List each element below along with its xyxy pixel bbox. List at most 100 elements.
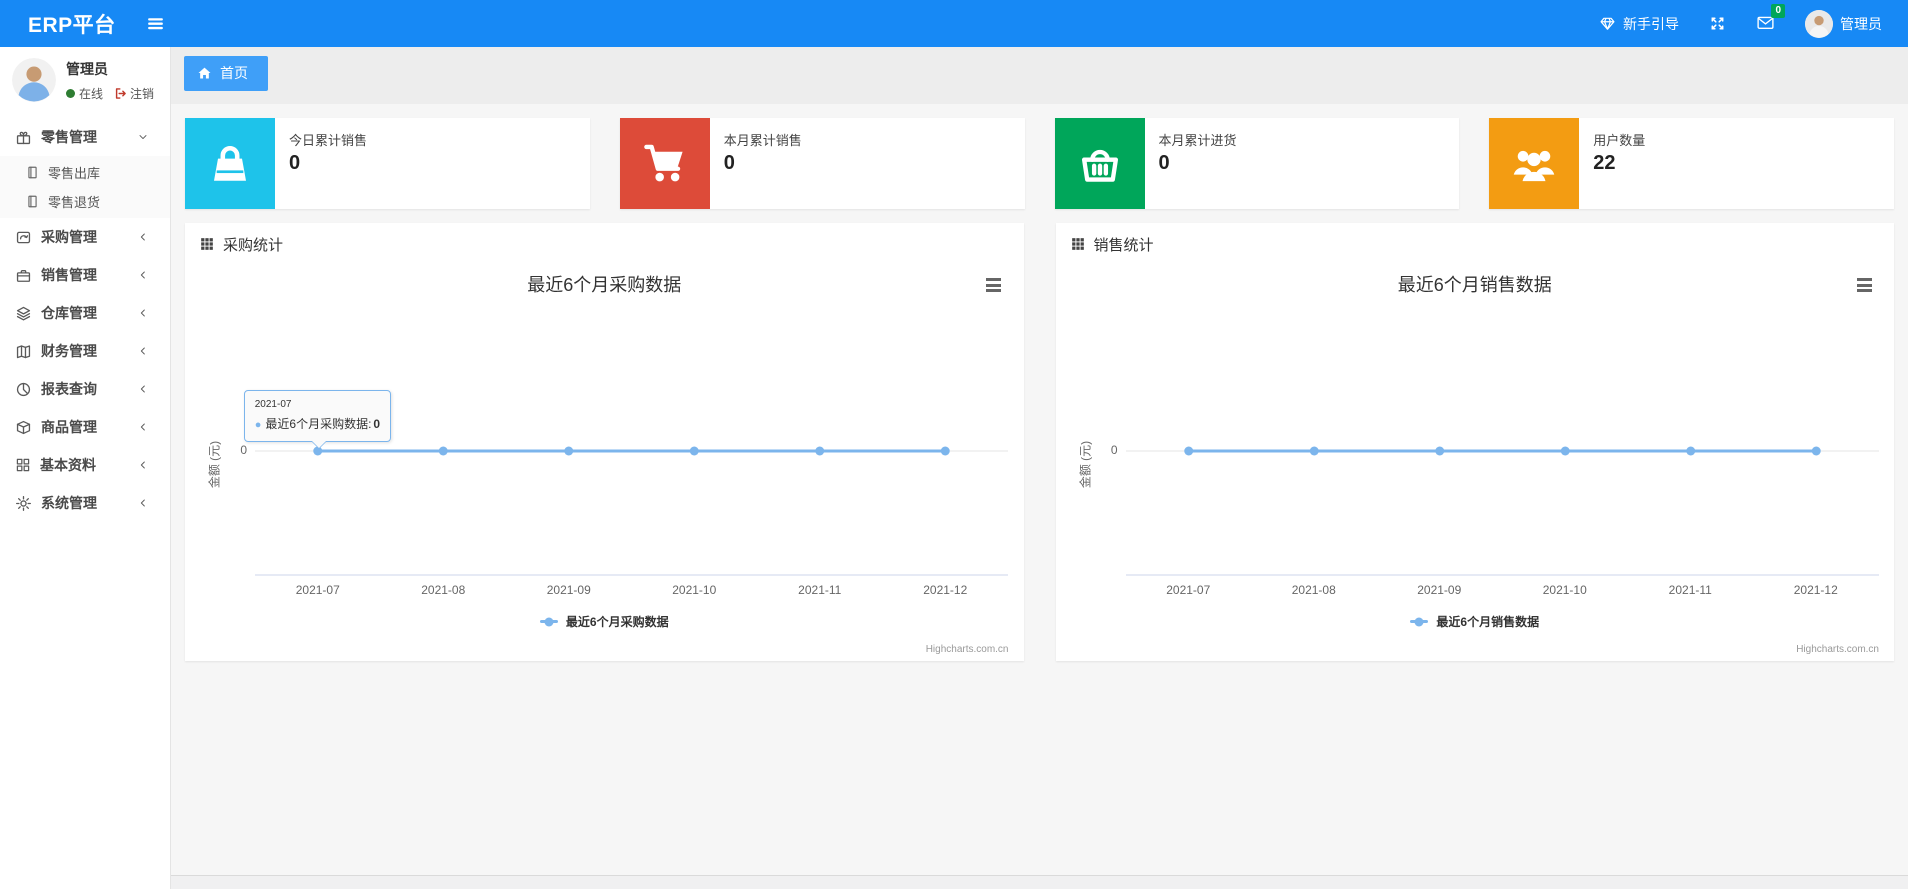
signout-icon — [114, 87, 127, 100]
tab-home-label: 首页 — [220, 65, 248, 81]
guide-button[interactable]: 新手引导 — [1599, 14, 1679, 34]
sidebar-item[interactable]: 基本资料 — [0, 446, 170, 484]
x-axis-tick-label: 2021-12 — [923, 583, 968, 597]
y-axis-tick-label: 0 — [1110, 443, 1118, 457]
x-axis-tick-label: 2021-12 — [1793, 583, 1838, 597]
chart-title: 最近6个月销售数据 — [1397, 275, 1552, 295]
sidebar-item-label: 系统管理 — [41, 495, 97, 511]
avatar — [1805, 9, 1833, 38]
bag-icon — [206, 140, 254, 188]
chevron-left-icon — [137, 383, 149, 395]
stat-card-icon-box — [1489, 118, 1580, 209]
box-icon — [15, 419, 32, 436]
chevron-left-icon — [137, 231, 149, 243]
tab-home[interactable]: 首页 — [184, 56, 268, 91]
stat-card-value: 0 — [1158, 152, 1170, 174]
x-axis-tick-label: 2021-09 — [546, 583, 591, 597]
sidebar-item[interactable]: 销售管理 — [0, 256, 170, 294]
chevron-left-icon — [137, 421, 149, 433]
purchase-chart: 最近6个月采购数据 0 金额 (元) 2021-07 2021-08 2021-09 202… — [185, 261, 1024, 661]
chart-menu-button[interactable] — [1852, 275, 1876, 297]
stat-card-label: 本月累计进货 — [1158, 133, 1237, 148]
tooltip-series-name: 最近6个月采购数据: — [265, 417, 372, 431]
sidebar-item-label: 商品管理 — [41, 419, 97, 435]
panel-title: 采购统计 — [223, 236, 284, 254]
sidebar-submenu: 零售出库零售退货 — [0, 156, 170, 218]
sidebar-item[interactable]: 财务管理 — [0, 332, 170, 370]
gift-icon — [15, 129, 32, 146]
x-axis-tick-label: 2021-10 — [672, 583, 717, 597]
main-content: 首页 今日累计销售 0 本月累计销售 0 本月累计进货 0 用户数量 22 采购统计 最近6个… — [171, 47, 1908, 889]
sidebar-item[interactable]: 商品管理 — [0, 408, 170, 446]
data-point-marker — [1560, 446, 1570, 456]
users-icon — [1510, 140, 1558, 188]
stat-card: 用户数量 22 — [1489, 118, 1894, 209]
stat-card-icon-box — [1054, 118, 1145, 209]
gem-icon — [1599, 15, 1616, 32]
y-axis-tick-label: 0 — [240, 443, 247, 457]
stat-card-value: 22 — [1593, 152, 1616, 174]
stat-card: 今日累计销售 0 — [185, 118, 590, 209]
sidebar-item-label: 仓库管理 — [41, 305, 97, 321]
legend-item[interactable]: 最近6个月采购数据 — [185, 613, 1024, 630]
hamburger-icon[interactable] — [146, 14, 165, 33]
legend-label: 最近6个月采购数据 — [565, 615, 669, 629]
top-navbar: ERP平台 新手引导 0 管理员 — [0, 0, 1908, 47]
tooltip-series-dot-icon: ● — [254, 419, 262, 431]
fullscreen-icon[interactable] — [1709, 15, 1726, 32]
chevron-down-icon — [137, 131, 149, 143]
panel-title: 销售统计 — [1093, 236, 1154, 254]
chart-tooltip: 2021-07 ● 最近6个月采购数据: 0 — [243, 390, 392, 449]
chart-plot-area — [255, 446, 1008, 576]
sidebar-subitem-label: 零售出库 — [48, 166, 101, 181]
sidebar-item[interactable]: 采购管理 — [0, 218, 170, 256]
chevron-left-icon — [137, 497, 149, 509]
chart-menu-button[interactable] — [982, 275, 1006, 297]
sidebar-item[interactable]: 报表查询 — [0, 370, 170, 408]
chart-panels-row: 采购统计 最近6个月采购数据 0 金额 (元) 2021-07 2021-08 2021-… — [185, 223, 1894, 661]
sidebar-subitem[interactable]: 零售出库 — [0, 158, 170, 187]
sales-chart: 最近6个月销售数据 0 金额 (元) 2021-07 2021-08 2021-09 202… — [1056, 261, 1895, 661]
logout-button[interactable]: 注销 — [114, 85, 154, 102]
chart-plot-area — [1125, 446, 1879, 576]
data-point-marker — [438, 446, 448, 456]
sidebar-item[interactable]: 仓库管理 — [0, 294, 170, 332]
x-axis-tick-label: 2021-08 — [421, 583, 466, 597]
sidebar-item[interactable]: 系统管理 — [0, 484, 170, 522]
purchase-stats-panel: 采购统计 最近6个月采购数据 0 金额 (元) 2021-07 2021-08 2021-… — [185, 223, 1024, 661]
mail-badge: 0 — [1771, 3, 1785, 18]
chart-credits: Highcharts.com.cn — [925, 644, 1009, 655]
briefcase-icon — [15, 267, 32, 284]
basket-icon — [1077, 141, 1123, 187]
gear-icon — [15, 495, 32, 512]
logout-label: 注销 — [130, 86, 155, 101]
mail-button[interactable]: 0 — [1756, 3, 1785, 35]
data-point-marker — [564, 446, 574, 456]
user-menu[interactable]: 管理员 — [1805, 9, 1882, 38]
stat-card-label: 本月累计销售 — [723, 133, 802, 148]
chevron-left-icon — [137, 269, 149, 281]
sales-stats-panel: 销售统计 最近6个月销售数据 0 金额 (元) 2021-07 2021-08 2021-… — [1055, 223, 1895, 661]
legend-item[interactable]: 最近6个月销售数据 — [1056, 613, 1895, 630]
x-axis-tick-label: 2021-11 — [1668, 583, 1712, 597]
sidebar-item[interactable]: 零售管理 — [0, 118, 170, 156]
stat-card-icon-box — [619, 118, 710, 209]
data-point-marker — [1811, 446, 1821, 456]
tab-strip: 首页 — [171, 47, 1908, 104]
data-point-marker — [1685, 446, 1695, 456]
data-point-marker — [940, 446, 950, 456]
brand-logo[interactable]: ERP平台 — [28, 9, 116, 39]
chevron-left-icon — [137, 345, 149, 357]
sidebar-item-label: 基本资料 — [40, 457, 96, 473]
sidebar-subitem[interactable]: 零售退货 — [0, 187, 170, 216]
data-point-marker — [1434, 446, 1444, 456]
data-point-marker — [1309, 446, 1319, 456]
stat-card: 本月累计销售 0 — [619, 118, 1025, 209]
legend-label: 最近6个月销售数据 — [1436, 615, 1540, 629]
guide-label: 新手引导 — [1623, 15, 1679, 32]
tooltip-category: 2021-07 — [254, 399, 292, 410]
sidebar-item-label: 零售管理 — [41, 129, 97, 145]
file-icon — [25, 165, 40, 180]
sync-icon — [15, 229, 32, 246]
cart-icon — [641, 140, 689, 188]
